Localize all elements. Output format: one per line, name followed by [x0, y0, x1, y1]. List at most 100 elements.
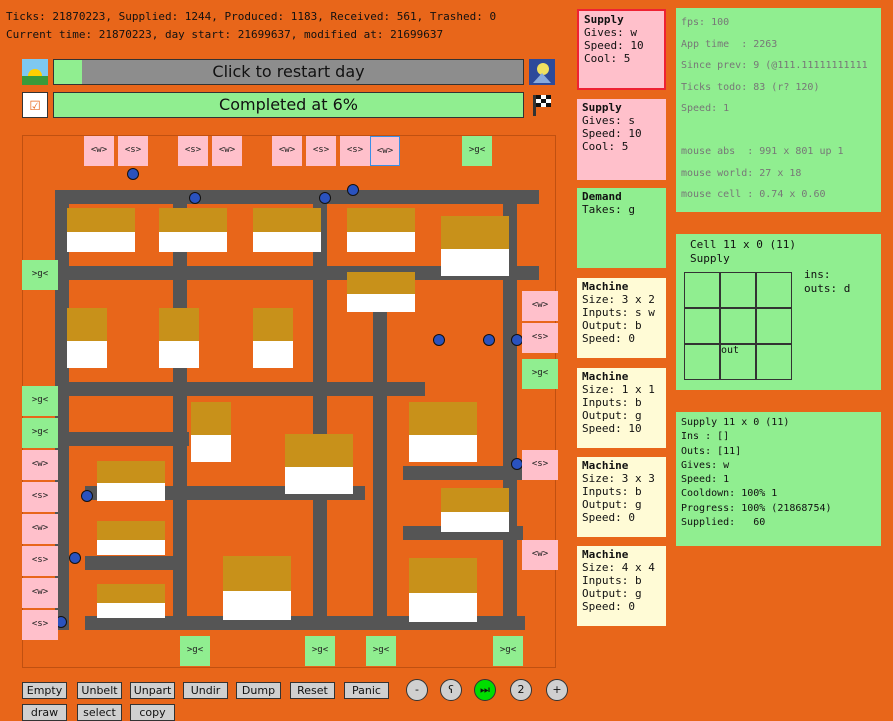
card-line: Inputs: b — [582, 485, 642, 498]
top-port-8[interactable]: >g< — [462, 136, 492, 166]
checkered-flag-icon[interactable] — [529, 92, 555, 118]
machine-block[interactable] — [67, 308, 107, 368]
info-card-machine[interactable]: Machine Size: 4 x 4 Inputs: b Output: g Spee… — [577, 546, 666, 626]
belt-segment[interactable] — [173, 190, 187, 630]
button-copy[interactable]: copy — [130, 704, 175, 721]
info-card-machine[interactable]: Machine Size: 3 x 3 Inputs: b Output: g Spee… — [577, 457, 666, 537]
button-panic[interactable]: Panic — [344, 682, 389, 699]
right-port-0[interactable]: <w> — [522, 291, 558, 321]
info-card-demand[interactable]: Demand Takes: g — [577, 188, 666, 268]
card-line: Gives: s — [582, 114, 635, 127]
zoom-out-button[interactable]: - — [406, 679, 428, 701]
left-port-0[interactable]: >g< — [22, 260, 58, 290]
card-line: Output: g — [582, 409, 642, 422]
info-card-supply[interactable]: Supply Gives: w Speed: 10 Cool: 5 — [577, 9, 666, 90]
right-port-2[interactable]: >g< — [522, 359, 558, 389]
cell-title: Cell 11 x 0 (11) — [690, 238, 796, 251]
machine-block[interactable] — [441, 216, 509, 276]
button-empty[interactable]: Empty — [22, 682, 67, 699]
belt-segment[interactable] — [55, 382, 425, 396]
button-unbelt[interactable]: Unbelt — [77, 682, 122, 699]
machine-block[interactable] — [97, 584, 165, 618]
zoom-in-button[interactable]: + — [546, 679, 568, 701]
machine-block[interactable] — [409, 558, 477, 622]
info-card-machine[interactable]: Machine Size: 1 x 1 Inputs: b Output: g Spee… — [577, 368, 666, 448]
machine-block[interactable] — [253, 308, 293, 368]
left-port-7[interactable]: <w> — [22, 578, 58, 608]
card-line: Cool: 5 — [582, 140, 629, 153]
left-port-1[interactable]: >g< — [22, 386, 58, 416]
belt-segment[interactable] — [55, 190, 539, 204]
button-undir[interactable]: Undir — [183, 682, 228, 699]
info-card-supply[interactable]: Supply Gives: s Speed: 10 Cool: 5 — [577, 99, 666, 180]
machine-block[interactable] — [253, 208, 321, 252]
left-port-3[interactable]: <w> — [22, 450, 58, 480]
top-port-0[interactable]: <w> — [84, 136, 114, 166]
card-line: Speed: 0 — [582, 511, 635, 524]
part-s-item — [483, 334, 495, 346]
card-line: Output: b — [582, 319, 642, 332]
top-port-4[interactable]: <w> — [272, 136, 302, 166]
left-port-4[interactable]: <s> — [22, 482, 58, 512]
restart-day-bar[interactable]: Click to restart day — [53, 59, 524, 85]
machine-block[interactable] — [347, 208, 415, 252]
card-title: Demand — [582, 190, 622, 203]
checkbox-toggle[interactable]: ☑ — [22, 92, 48, 118]
sunrise-icon[interactable] — [22, 59, 48, 85]
right-port-3[interactable]: <s> — [522, 450, 558, 480]
machine-block[interactable] — [159, 208, 227, 252]
belt-segment[interactable] — [373, 266, 387, 630]
card-line: Inputs: s w — [582, 306, 655, 319]
top-port-2[interactable]: <s> — [178, 136, 208, 166]
left-port-6[interactable]: <s> — [22, 546, 58, 576]
top-port-7[interactable]: <w> — [370, 136, 400, 166]
speed-icon-button[interactable]: ʕ — [440, 679, 462, 701]
bottom-port-0[interactable]: >g< — [180, 636, 210, 666]
belt-segment[interactable] — [85, 556, 185, 570]
belt-segment[interactable] — [313, 190, 327, 630]
machine-block[interactable] — [441, 488, 509, 532]
top-port-1[interactable]: <s> — [118, 136, 148, 166]
bottom-port-2[interactable]: >g< — [366, 636, 396, 666]
machine-block[interactable] — [285, 434, 353, 494]
belt-segment[interactable] — [403, 466, 523, 480]
machine-block[interactable] — [191, 402, 231, 462]
left-port-8[interactable]: <s> — [22, 610, 58, 640]
moon-icon[interactable] — [529, 59, 555, 85]
fast-forward-button[interactable]: ⏭ — [474, 679, 496, 701]
card-line: Size: 1 x 1 — [582, 383, 655, 396]
bottom-port-1[interactable]: >g< — [305, 636, 335, 666]
bottom-port-3[interactable]: >g< — [493, 636, 523, 666]
belt-segment[interactable] — [55, 432, 189, 446]
debug-panel: fps: 100 App time : 2263 Since prev: 9 (… — [676, 8, 881, 212]
card-title: Supply — [582, 101, 622, 114]
button-select[interactable]: select — [77, 704, 122, 721]
top-port-6[interactable]: <s> — [340, 136, 370, 166]
cell-grid: out — [684, 272, 792, 380]
left-port-5[interactable]: <w> — [22, 514, 58, 544]
right-port-1[interactable]: <s> — [522, 323, 558, 353]
stats-line-time: Current time: 21870223, day start: 21699… — [6, 28, 444, 41]
part-s-item — [69, 552, 81, 564]
left-port-2[interactable]: >g< — [22, 418, 58, 448]
machine-block[interactable] — [97, 461, 165, 501]
machine-block[interactable] — [347, 272, 415, 312]
card-line: Size: 3 x 3 — [582, 472, 655, 485]
factory-board[interactable] — [22, 135, 556, 668]
machine-block[interactable] — [97, 521, 165, 555]
button-unpart[interactable]: Unpart — [130, 682, 175, 699]
card-title: Machine — [582, 280, 629, 293]
button-reset[interactable]: Reset — [290, 682, 335, 699]
right-port-4[interactable]: <w> — [522, 540, 558, 570]
button-draw[interactable]: draw — [22, 704, 67, 721]
machine-block[interactable] — [159, 308, 199, 368]
machine-block[interactable] — [409, 402, 477, 462]
top-port-3[interactable]: <w> — [212, 136, 242, 166]
machine-block[interactable] — [67, 208, 135, 252]
top-port-5[interactable]: <s> — [306, 136, 336, 166]
part-s-item — [433, 334, 445, 346]
info-card-machine[interactable]: Machine Size: 3 x 2 Inputs: s w Output: b Sp… — [577, 278, 666, 358]
button-dump[interactable]: Dump — [236, 682, 281, 699]
machine-block[interactable] — [223, 556, 291, 620]
speed-2-button[interactable]: 2 — [510, 679, 532, 701]
